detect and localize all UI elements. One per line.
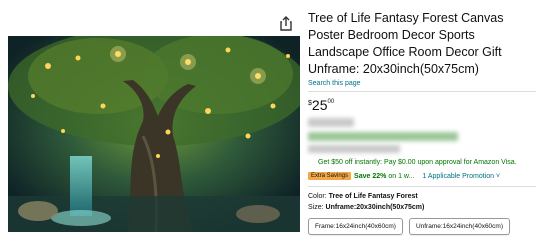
- promo-link-label: 1 Applicable Promotion: [422, 172, 495, 180]
- price: $ 25 00: [308, 98, 536, 112]
- divider: [308, 91, 536, 92]
- size-label: Size:: [308, 204, 324, 211]
- product-image[interactable]: [8, 36, 300, 232]
- blurred-text: [308, 132, 458, 141]
- promo-badge: Extra Savings: [308, 172, 352, 180]
- color-line: Color: Tree of Life Fantasy Forest: [308, 193, 536, 200]
- promo-save: Save 22%: [354, 172, 387, 180]
- blurred-text: [308, 145, 400, 153]
- size-line: Size: Unframe:20x30inch(50x75cm): [308, 204, 536, 211]
- size-value: Unframe:20x30inch(50x75cm): [325, 204, 425, 211]
- divider: [308, 186, 536, 187]
- color-label: Color:: [308, 193, 327, 200]
- size-option[interactable]: Frame:16x24inch(40x60cm): [308, 218, 403, 235]
- size-option[interactable]: Unframe:16x24inch(40x60cm): [408, 218, 511, 235]
- promotion-row: Extra Savings Save 22% on 1 w... 1 Appli…: [308, 172, 536, 180]
- blurred-text: [308, 118, 354, 127]
- product-title: Tree of Life Fantasy Forest Canvas Poste…: [308, 11, 504, 76]
- search-page-link[interactable]: Search this page: [308, 80, 536, 87]
- share-button[interactable]: [278, 14, 294, 32]
- size-options: Frame:16x24inch(40x60cm) Unframe:16x24in…: [308, 218, 536, 235]
- card-offer[interactable]: Get $50 off instantly: Pay $0.00 upon ap…: [308, 159, 536, 166]
- color-value: Tree of Life Fantasy Forest: [328, 193, 418, 200]
- share-icon: [280, 16, 292, 31]
- promo-link[interactable]: 1 Applicable Promotion ˅: [422, 173, 500, 180]
- product-info: Tree of Life Fantasy Forest Canvas Poste…: [308, 10, 536, 235]
- price-fraction: 00: [327, 99, 335, 105]
- promo-rest: on 1 w...: [388, 172, 415, 180]
- price-whole: 25: [311, 97, 328, 113]
- chevron-down-icon: ˅: [495, 172, 501, 180]
